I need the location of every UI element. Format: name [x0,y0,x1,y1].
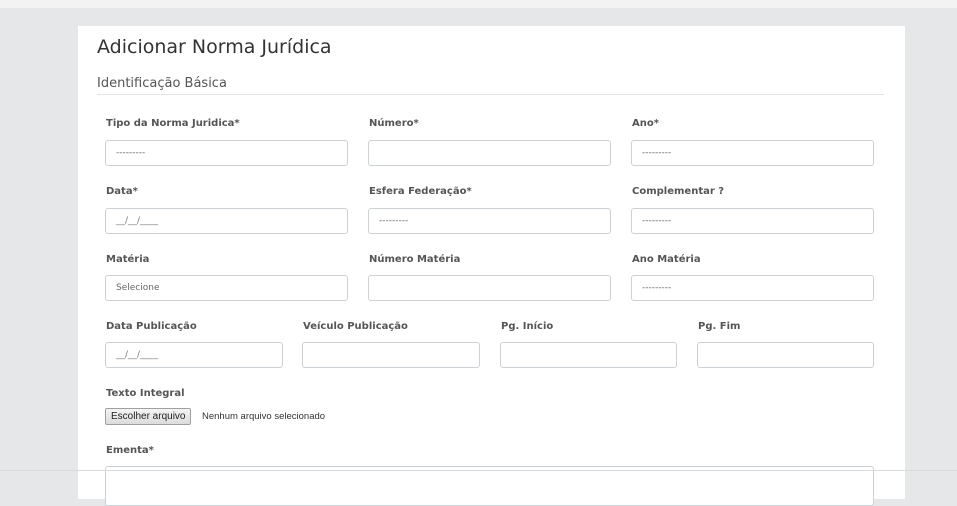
materia-select[interactable]: Selecione [105,275,348,301]
data-publicacao-label: Data Publicação [106,321,197,332]
ano-label: Ano* [632,118,659,129]
ementa-textarea[interactable] [105,466,874,506]
file-status-text: Nenhum arquivo selecionado [202,411,326,422]
veiculo-publicacao-label: Veículo Publicação [303,321,408,332]
pg-inicio-label: Pg. Início [501,321,554,332]
veiculo-publicacao-input[interactable] [302,342,480,368]
tipo-norma-label: Tipo da Norma Juridica* [106,118,240,129]
complementar-select[interactable]: --------- [631,208,874,234]
pg-fim-input[interactable] [697,342,874,368]
esfera-select[interactable]: --------- [368,208,611,234]
ano-materia-label: Ano Matéria [632,254,701,265]
ano-materia-select[interactable]: --------- [631,275,874,301]
data-label: Data* [106,186,138,197]
ano-select[interactable]: --------- [631,140,874,166]
materia-label: Matéria [106,254,150,265]
page-divider [0,470,957,471]
form-card: Adicionar Norma Jurídica Identificação B… [78,26,905,506]
numero-input[interactable] [368,140,611,166]
tipo-norma-select[interactable]: --------- [105,140,348,166]
complementar-label: Complementar ? [632,186,725,197]
texto-integral-label: Texto Integral [106,388,185,399]
esfera-label: Esfera Federação* [369,186,472,197]
data-input[interactable]: __/__/____ [105,208,348,234]
section-title: Identificação Básica [97,76,227,91]
ementa-label: Ementa* [106,445,154,456]
numero-label: Número* [369,118,419,129]
data-publicacao-input[interactable]: __/__/____ [105,342,283,368]
numero-materia-input[interactable] [368,275,611,301]
pg-inicio-input[interactable] [500,342,677,368]
top-strip [0,0,957,8]
section-divider [97,94,884,95]
numero-materia-label: Número Matéria [369,254,461,265]
page-title: Adicionar Norma Jurídica [97,36,332,58]
choose-file-button[interactable]: Escolher arquivo [105,408,192,425]
pg-fim-label: Pg. Fim [698,321,741,332]
